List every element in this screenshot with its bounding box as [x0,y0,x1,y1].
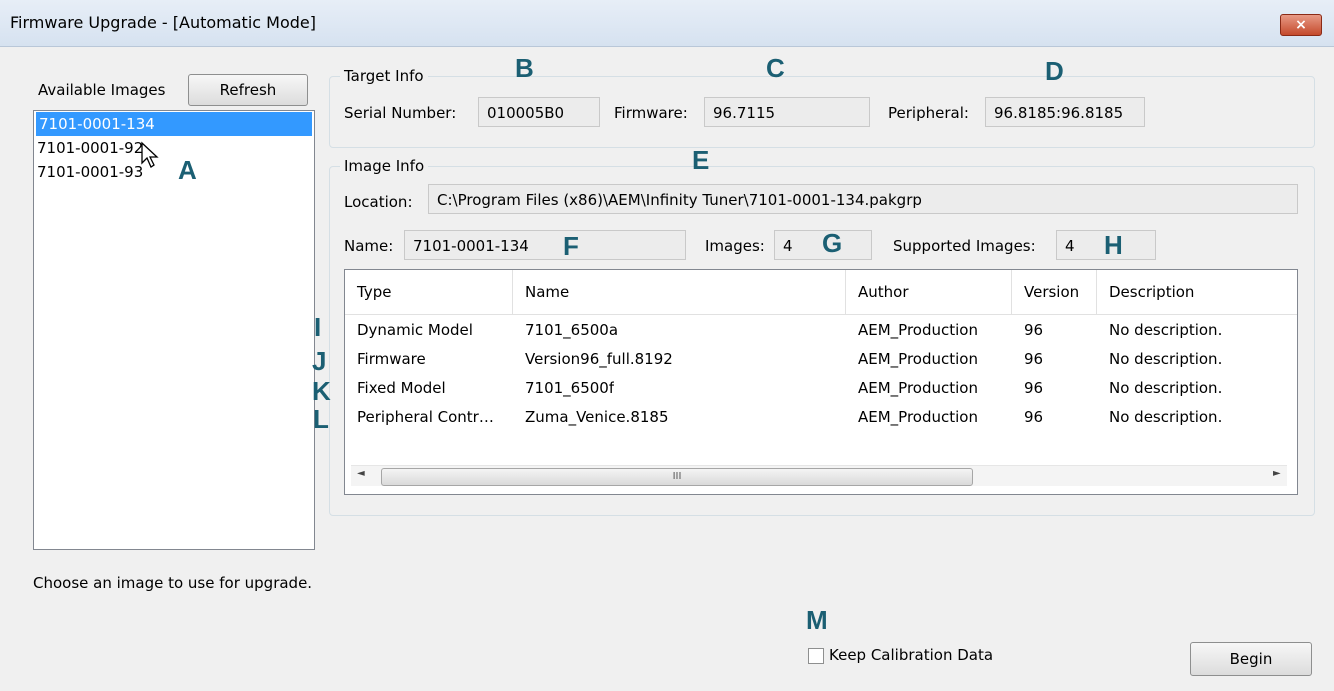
table-row[interactable]: Dynamic Model 7101_6500a AEM_Production … [345,316,1297,345]
annotation-h: H [1104,230,1123,260]
annotation-e: E [692,145,710,175]
location-label: Location: [344,193,413,211]
cell-author: AEM_Production [858,350,978,368]
title-bar: Firmware Upgrade - [Automatic Mode] × [0,0,1334,47]
cell-name: 7101_6500a [525,321,619,339]
target-info-label: Target Info [340,67,428,85]
scroll-thumb[interactable]: III [381,468,973,486]
cell-author: AEM_Production [858,408,978,426]
images-label: Images: [705,237,765,255]
cell-version: 96 [1024,408,1044,426]
annotation-l: L [313,404,329,434]
cell-version: 96 [1024,350,1044,368]
annotation-k: K [312,376,331,406]
annotation-b: B [515,53,534,83]
annotation-d: D [1045,56,1064,86]
cell-name: Version96_full.8192 [525,350,673,368]
scroll-left-icon[interactable]: ◄ [357,468,365,479]
close-button[interactable]: × [1280,14,1322,36]
cell-name: 7101_6500f [525,379,615,397]
image-table[interactable]: Type Name Author Version Description Dyn… [344,269,1298,495]
hint-text: Choose an image to use for upgrade. [33,574,313,592]
keep-calibration-checkbox[interactable] [808,648,824,664]
horizontal-scrollbar[interactable]: ◄ III ► [351,465,1287,486]
cell-description: No description. [1109,350,1223,368]
table-row[interactable]: Fixed Model 7101_6500f AEM_Production 96… [345,374,1297,403]
cell-author: AEM_Production [858,379,978,397]
table-header: Type Name Author Version Description [345,270,1297,315]
refresh-button[interactable]: Refresh [188,74,308,106]
location-field: C:\Program Files (x86)\AEM\Infinity Tune… [428,184,1298,214]
peripheral-field: 96.8185:96.8185 [985,97,1145,127]
list-item[interactable]: 7101-0001-93 [34,160,314,184]
column-header-author[interactable]: Author [846,270,1012,314]
annotation-j: J [312,346,327,376]
column-header-description[interactable]: Description [1097,270,1297,314]
table-row[interactable]: Firmware Version96_full.8192 AEM_Product… [345,345,1297,374]
firmware-field: 96.7115 [704,97,870,127]
cell-name: Zuma_Venice.8185 [525,408,669,426]
keep-calibration-label[interactable]: Keep Calibration Data [829,646,993,664]
cell-description: No description. [1109,379,1223,397]
column-header-name[interactable]: Name [513,270,846,314]
peripheral-label: Peripheral: [888,104,969,122]
scroll-right-icon[interactable]: ► [1273,468,1281,479]
annotation-f: F [563,231,579,261]
annotation-i: I [314,312,322,342]
annotation-g: G [822,228,843,258]
column-header-type[interactable]: Type [345,270,513,314]
cell-description: No description. [1109,408,1223,426]
cell-version: 96 [1024,321,1044,339]
cell-version: 96 [1024,379,1044,397]
column-header-version[interactable]: Version [1012,270,1097,314]
window-title: Firmware Upgrade - [Automatic Mode] [10,13,316,32]
name-field: 7101-0001-134 [404,230,686,260]
cell-description: No description. [1109,321,1223,339]
available-images-label: Available Images [38,81,166,99]
cell-type: Firmware [357,350,426,368]
annotation-c: C [766,53,785,83]
name-label: Name: [344,237,394,255]
serial-number-label: Serial Number: [344,104,457,122]
mouse-cursor-icon [141,141,159,168]
table-row[interactable]: Peripheral Contr… Zuma_Venice.8185 AEM_P… [345,403,1297,432]
image-info-label: Image Info [340,157,429,175]
serial-number-field: 010005B0 [478,97,600,127]
supported-images-label: Supported Images: [893,237,1036,255]
list-item[interactable]: 7101-0001-92 [34,136,314,160]
available-images-list[interactable]: 7101-0001-134 7101-0001-92 7101-0001-93 [33,110,315,550]
list-item[interactable]: 7101-0001-134 [36,112,312,136]
cell-type: Peripheral Contr… [357,408,494,426]
cell-type: Dynamic Model [357,321,473,339]
begin-button[interactable]: Begin [1190,642,1312,676]
cell-author: AEM_Production [858,321,978,339]
annotation-a: A [178,155,197,185]
cell-type: Fixed Model [357,379,446,397]
annotation-m: M [806,605,828,635]
firmware-label: Firmware: [614,104,688,122]
